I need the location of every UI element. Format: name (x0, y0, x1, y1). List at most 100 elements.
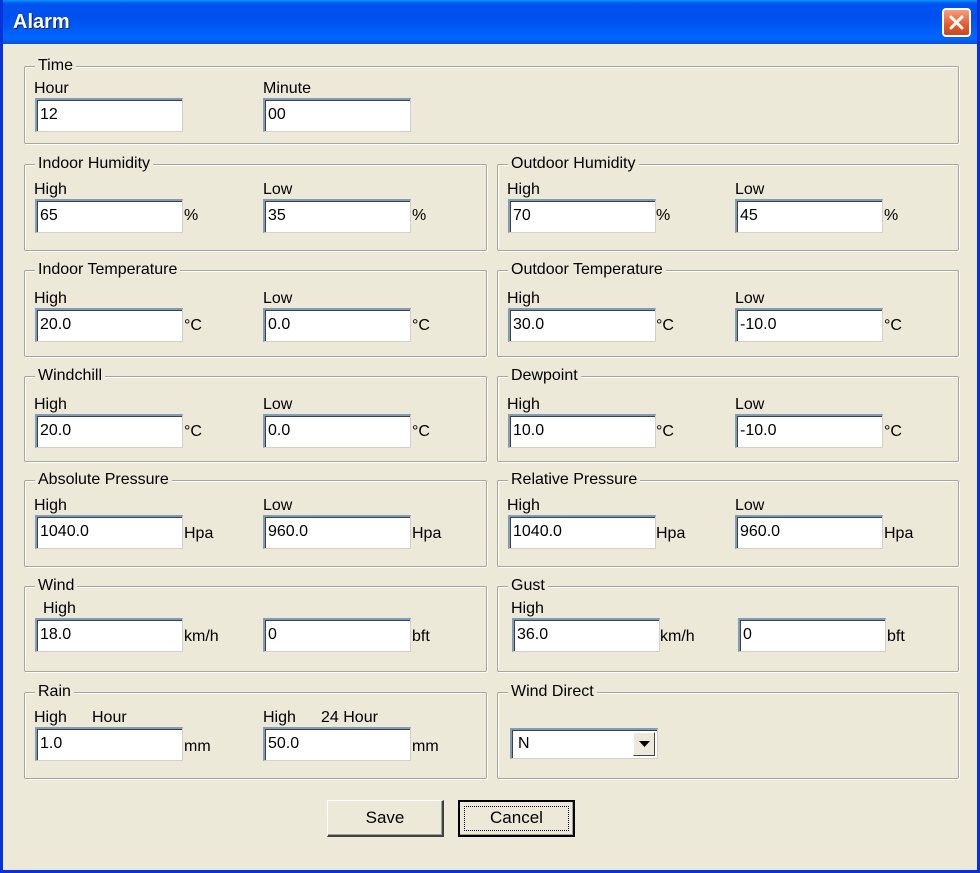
windchill-legend: Windchill (35, 367, 106, 385)
rain-day-high-label: High (263, 709, 296, 726)
outdoor-humidity-high-unit: % (656, 207, 671, 224)
indoor-temperature-high-unit: °C (184, 317, 202, 334)
rain-hour-label: Hour (92, 709, 127, 726)
wind-high-label: High (43, 600, 76, 617)
indoor-humidity-low-label: Low (263, 181, 293, 198)
window-title: Alarm (13, 11, 70, 33)
gust-group: Gust High 36.0 km/h 0 bft (497, 577, 959, 672)
outdoor-temperature-high-unit: °C (656, 317, 674, 334)
rain-hour-input[interactable]: 1.0 (35, 727, 183, 761)
wind-speed-input[interactable]: 18.0 (35, 618, 183, 652)
rain-legend: Rain (35, 683, 74, 701)
gust-legend: Gust (508, 577, 548, 595)
indoor-humidity-legend: Indoor Humidity (35, 155, 154, 173)
wind-direct-selected: N (518, 735, 530, 752)
indoor-temperature-group: Indoor Temperature High 20.0 °C Low 0.0 … (24, 261, 487, 357)
windchill-low-unit: °C (412, 423, 430, 440)
gust-bft-unit: bft (887, 628, 905, 645)
indoor-humidity-low-input[interactable]: 35 (263, 199, 411, 233)
wind-speed-unit: km/h (184, 628, 219, 645)
relative-pressure-low-input[interactable]: 960.0 (735, 515, 883, 549)
dewpoint-high-label: High (507, 396, 540, 413)
indoor-temperature-legend: Indoor Temperature (35, 261, 181, 279)
windchill-high-input[interactable]: 20.0 (35, 414, 183, 448)
gust-high-label: High (511, 600, 544, 617)
dewpoint-low-input[interactable]: -10.0 (735, 414, 883, 448)
hour-label: Hour (34, 80, 69, 97)
alarm-dialog: Alarm Time Hour 12 Minute 00 Indoor Humi… (0, 0, 980, 873)
windchill-high-unit: °C (184, 423, 202, 440)
indoor-temperature-high-label: High (34, 290, 67, 307)
indoor-temperature-low-unit: °C (412, 317, 430, 334)
indoor-humidity-high-label: High (34, 181, 67, 198)
time-legend: Time (35, 57, 76, 75)
wind-legend: Wind (35, 577, 78, 595)
relative-pressure-legend: Relative Pressure (508, 471, 641, 489)
gust-speed-input[interactable]: 36.0 (512, 618, 660, 652)
wind-direct-group: Wind Direct N (497, 683, 959, 779)
indoor-temperature-low-label: Low (263, 290, 293, 307)
rain-day-unit: mm (412, 738, 439, 755)
relative-pressure-low-unit: Hpa (884, 525, 914, 542)
absolute-pressure-high-label: High (34, 497, 67, 514)
outdoor-humidity-high-input[interactable]: 70 (508, 199, 656, 233)
outdoor-temperature-low-label: Low (735, 290, 765, 307)
cancel-button[interactable]: Cancel (458, 800, 575, 837)
outdoor-temperature-high-label: High (507, 290, 540, 307)
dropdown-arrow-button[interactable] (633, 732, 655, 756)
wind-bft-input[interactable]: 0 (263, 618, 411, 652)
gust-bft-input[interactable]: 0 (738, 618, 886, 652)
outdoor-humidity-low-unit: % (884, 207, 899, 224)
dewpoint-group: Dewpoint High 10.0 °C Low -10.0 °C (497, 367, 959, 462)
outdoor-temperature-legend: Outdoor Temperature (508, 261, 666, 279)
dewpoint-high-input[interactable]: 10.0 (508, 414, 656, 448)
indoor-humidity-group: Indoor Humidity High 65 % Low 35 % (24, 155, 487, 251)
dewpoint-legend: Dewpoint (508, 367, 581, 385)
outdoor-temperature-low-unit: °C (884, 317, 902, 334)
absolute-pressure-high-input[interactable]: 1040.0 (35, 515, 183, 549)
rain-day-label: 24 Hour (321, 709, 378, 726)
windchill-low-label: Low (263, 396, 293, 413)
indoor-temperature-low-input[interactable]: 0.0 (263, 308, 411, 342)
rain-hour-unit: mm (184, 738, 211, 755)
absolute-pressure-legend: Absolute Pressure (35, 471, 172, 489)
hour-input[interactable]: 12 (35, 98, 183, 132)
indoor-temperature-high-input[interactable]: 20.0 (35, 308, 183, 342)
rain-hour-high-label: High (34, 709, 67, 726)
wind-direct-select[interactable]: N (510, 728, 658, 759)
dewpoint-high-unit: °C (656, 423, 674, 440)
relative-pressure-high-unit: Hpa (656, 525, 686, 542)
gust-speed-unit: km/h (660, 628, 695, 645)
save-button[interactable]: Save (327, 800, 444, 837)
outdoor-humidity-high-label: High (507, 181, 540, 198)
outdoor-temperature-low-input[interactable]: -10.0 (735, 308, 883, 342)
title-bar[interactable]: Alarm (3, 0, 977, 44)
wind-direct-legend: Wind Direct (508, 683, 597, 701)
rain-group: Rain High Hour 1.0 mm High 24 Hour 50.0 … (24, 683, 487, 779)
outdoor-temperature-high-input[interactable]: 30.0 (508, 308, 656, 342)
close-button[interactable] (942, 8, 971, 37)
windchill-low-input[interactable]: 0.0 (263, 414, 411, 448)
minute-label: Minute (263, 80, 312, 97)
absolute-pressure-group: Absolute Pressure High 1040.0 Hpa Low 96… (24, 471, 487, 567)
minute-input[interactable]: 00 (263, 98, 411, 132)
outdoor-humidity-low-input[interactable]: 45 (735, 199, 883, 233)
outdoor-temperature-group: Outdoor Temperature High 30.0 °C Low -10… (497, 261, 959, 357)
dewpoint-low-label: Low (735, 396, 765, 413)
windchill-high-label: High (34, 396, 67, 413)
absolute-pressure-low-unit: Hpa (412, 525, 442, 542)
absolute-pressure-high-unit: Hpa (184, 525, 214, 542)
wind-group: Wind High 18.0 km/h 0 bft (24, 577, 487, 672)
absolute-pressure-low-label: Low (263, 497, 293, 514)
indoor-humidity-high-unit: % (184, 207, 199, 224)
rain-day-input[interactable]: 50.0 (263, 727, 411, 761)
indoor-humidity-high-input[interactable]: 65 (35, 199, 183, 233)
relative-pressure-low-label: Low (735, 497, 765, 514)
relative-pressure-high-label: High (507, 497, 540, 514)
outdoor-humidity-legend: Outdoor Humidity (508, 155, 639, 173)
dewpoint-low-unit: °C (884, 423, 902, 440)
focus-indicator (464, 806, 569, 831)
absolute-pressure-low-input[interactable]: 960.0 (263, 515, 411, 549)
relative-pressure-high-input[interactable]: 1040.0 (508, 515, 656, 549)
relative-pressure-group: Relative Pressure High 1040.0 Hpa Low 96… (497, 471, 959, 567)
